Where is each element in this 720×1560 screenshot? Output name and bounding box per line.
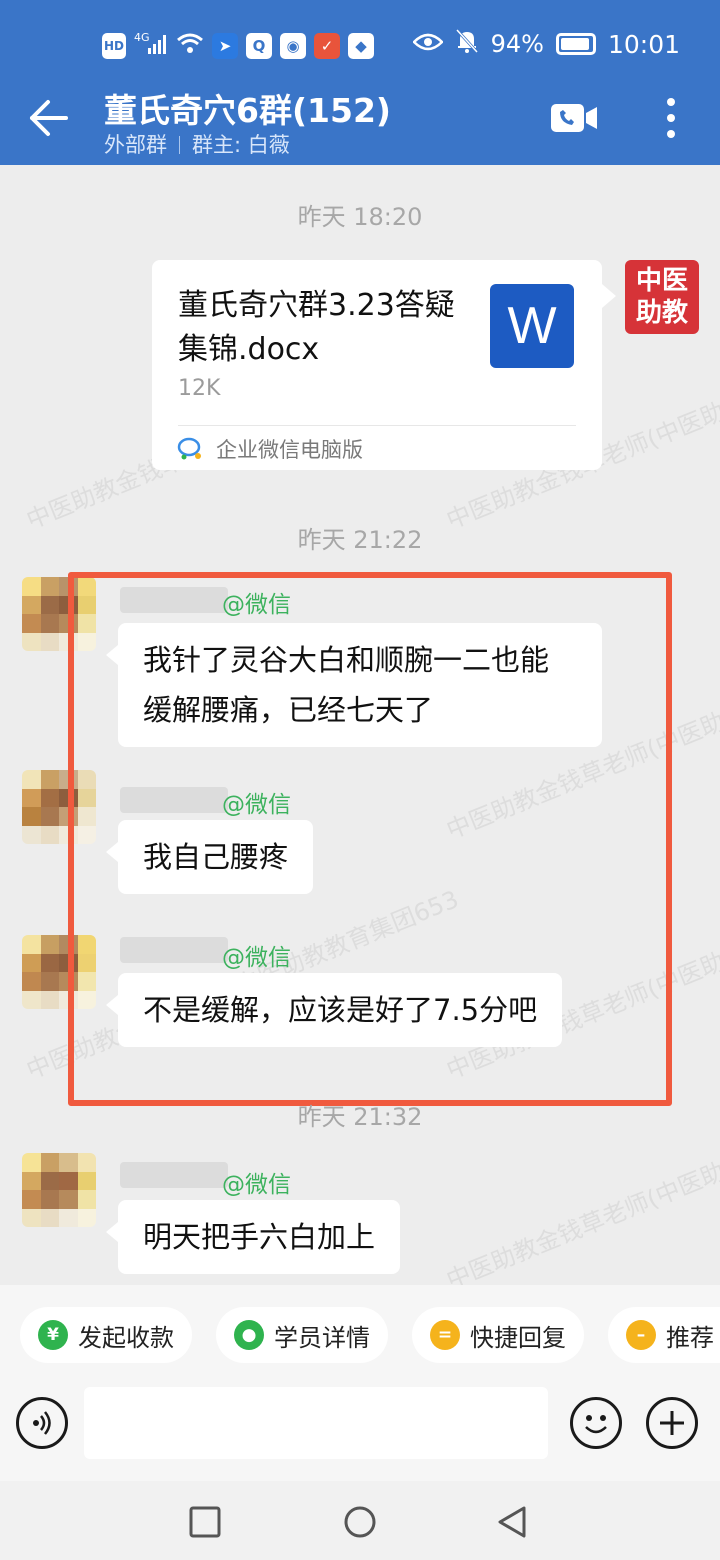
chip-label: 推荐 [666,1323,714,1352]
divider [179,136,180,154]
group-type: 外部群 [104,133,167,157]
sender-name-redacted [120,1162,228,1188]
signal-icon: 4G [134,30,168,62]
search-app-icon: Q [246,33,272,59]
clock: 10:01 [607,29,680,59]
plus-icon [660,1411,684,1435]
back-arrow-icon[interactable] [26,96,70,140]
app-notify-icon: ➤ [212,33,238,59]
chip-label: 学员详情 [274,1323,370,1352]
status-bar: HD 4G ➤ Q ◉ ✓ ◆ 94% 10:01 [0,22,720,64]
file-size: 12K [178,376,221,401]
battery-percent: 94% [490,30,544,58]
app-badge-icon: ✓ [314,33,340,59]
divider [178,425,576,426]
student-details-button[interactable]: ● 学员详情 [216,1307,388,1363]
system-nav-bar [0,1481,720,1560]
mute-bell-icon [455,28,479,60]
chip-label: 快捷回复 [470,1323,566,1352]
battery-icon [555,33,596,55]
message-bubble[interactable]: 明天把手六白加上 [105,1200,401,1274]
person-icon: ● [234,1320,264,1350]
video-call-icon[interactable] [550,103,598,133]
quick-reply-button[interactable]: = 快捷回复 [412,1307,584,1363]
group-subtitle: 外部群 群主: 白薇 [104,129,290,159]
add-more-button[interactable] [646,1397,698,1449]
eye-icon [411,30,444,58]
hd-icon: HD [102,33,126,59]
group-owner: 群主: 白薇 [192,133,290,157]
group-title[interactable]: 董氏奇穴6群(152) [104,84,391,132]
file-message[interactable]: 董氏奇穴群3.23答疑集锦.docx 12K W 企业微信电脑版 [152,260,616,470]
recommend-icon: – [626,1320,656,1350]
smiley-icon [585,1415,607,1434]
wecom-icon [177,437,201,460]
bulb-app-icon: ◉ [280,33,306,59]
shield-app-icon: ◆ [348,33,374,59]
file-source: 企业微信电脑版 [216,438,363,462]
reply-icon: = [430,1320,460,1350]
avatar[interactable]: 中医助教 [625,260,699,334]
file-name: 董氏奇穴群3.23答疑集锦.docx [178,288,455,367]
avatar[interactable] [22,1153,96,1227]
chip-label: 发起收款 [78,1323,174,1352]
highlight-box [68,572,672,1106]
timestamp: 昨天 18:20 [297,203,423,231]
recommend-button[interactable]: – 推荐 [608,1307,720,1363]
emoji-button[interactable] [570,1397,622,1449]
yuan-icon: ¥ [38,1320,68,1350]
sender-source: @微信 [222,1172,291,1198]
home-circle-icon[interactable] [343,1505,377,1539]
voice-icon [33,1411,51,1435]
wifi-icon [176,31,204,61]
chat-area[interactable]: 中医助教金钱草老师(中医助教教育集团653 中医助教金钱草老师(中医助教教育集团… [0,165,720,1285]
collect-payment-button[interactable]: ¥ 发起收款 [20,1307,192,1363]
svg-text:4G: 4G [134,31,150,44]
voice-input-button[interactable] [16,1397,68,1449]
timestamp: 昨天 21:22 [297,526,423,554]
quick-actions-bar[interactable]: ¥ 发起收款 ● 学员详情 = 快捷回复 – 推荐 [0,1285,720,1385]
recents-square-icon[interactable] [188,1505,222,1539]
message-input-bar [0,1385,720,1481]
message-input[interactable] [84,1387,548,1459]
timestamp: 昨天 21:32 [297,1103,423,1131]
back-triangle-icon[interactable] [496,1505,530,1539]
word-doc-icon: W [490,284,574,368]
chat-header: HD 4G ➤ Q ◉ ✓ ◆ 94% 10:01 董氏奇穴6群(152) 外部… [0,0,720,165]
more-options-icon[interactable] [660,96,682,140]
